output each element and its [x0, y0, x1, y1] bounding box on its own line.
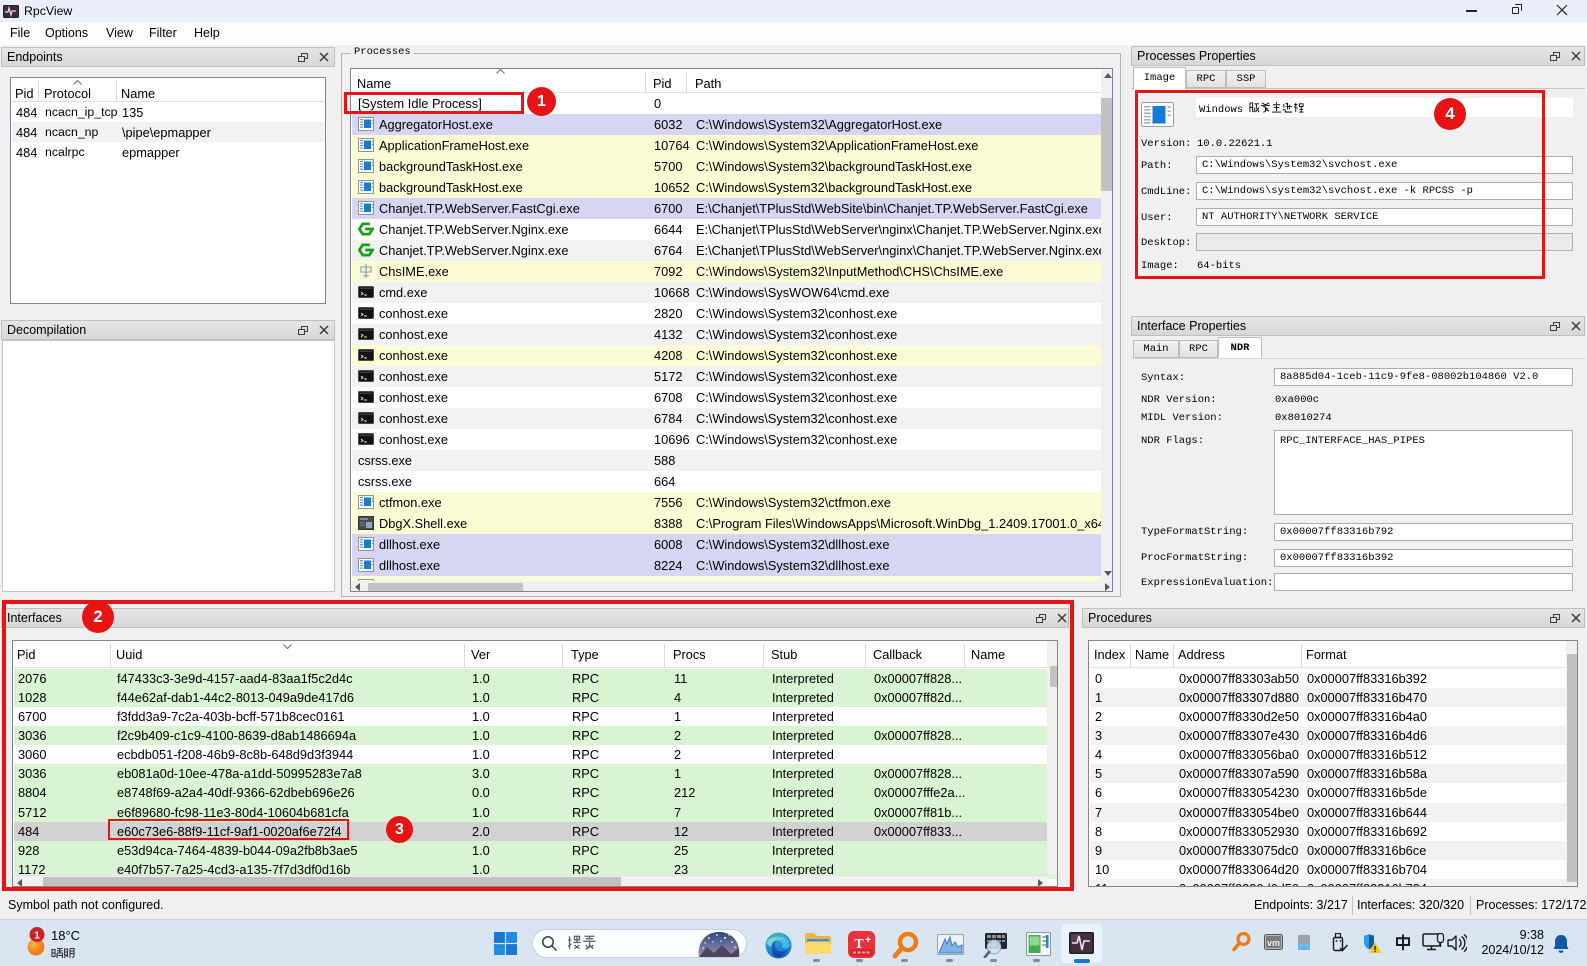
svg-text:T: T	[854, 937, 864, 952]
svg-text:1: 1	[34, 930, 40, 942]
svg-text:vm: vm	[1267, 938, 1280, 948]
svg-text:+: +	[865, 935, 871, 946]
